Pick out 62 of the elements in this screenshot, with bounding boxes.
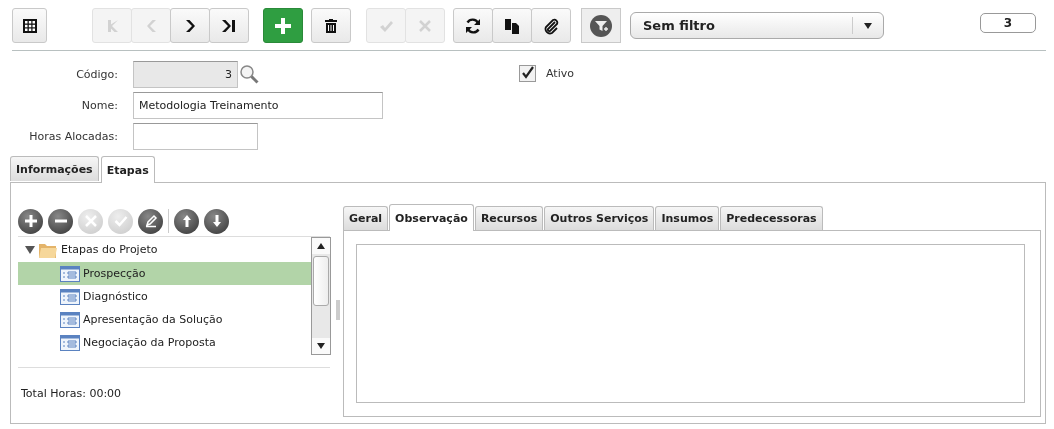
check-icon bbox=[113, 214, 128, 228]
tab[interactable]: Insumos bbox=[655, 206, 720, 230]
refresh-button[interactable] bbox=[453, 8, 493, 43]
list-icon bbox=[60, 288, 80, 305]
tab[interactable]: Predecessoras bbox=[720, 206, 823, 230]
move-up-button[interactable] bbox=[174, 208, 199, 234]
add-button[interactable] bbox=[18, 208, 43, 234]
expand-arrow-icon[interactable] bbox=[25, 244, 35, 255]
pencil-icon bbox=[143, 214, 158, 228]
delete-button[interactable] bbox=[311, 8, 351, 43]
list-icon bbox=[60, 311, 80, 328]
filter-button[interactable] bbox=[581, 8, 621, 43]
search-icon[interactable] bbox=[239, 63, 261, 86]
tree-item[interactable]: Prospecção bbox=[18, 262, 311, 285]
name-field[interactable]: Metodologia Treinamento bbox=[133, 92, 383, 119]
copy-icon bbox=[503, 16, 521, 35]
copy-button[interactable] bbox=[492, 8, 532, 43]
tab[interactable]: Outros Serviços bbox=[544, 206, 655, 230]
move-down-button[interactable] bbox=[204, 208, 229, 234]
tree-item[interactable]: Negociação da Proposta bbox=[18, 331, 311, 354]
tab[interactable]: Etapas bbox=[100, 156, 155, 183]
refresh-icon bbox=[464, 16, 482, 35]
tree-item[interactable]: Apresentação da Solução bbox=[18, 308, 311, 331]
hours-field[interactable] bbox=[133, 123, 258, 150]
field-label: Horas Alocadas: bbox=[28, 130, 118, 143]
code-field[interactable]: 3 bbox=[133, 61, 238, 88]
scroll-up-icon[interactable] bbox=[317, 243, 325, 249]
active-checkbox[interactable] bbox=[519, 64, 536, 82]
tree-item[interactable]: Etapas do Projeto bbox=[61, 243, 158, 256]
dropdown-arrow-icon bbox=[863, 21, 873, 30]
close-icon bbox=[418, 18, 432, 33]
list-icon bbox=[60, 265, 80, 282]
field-label: Nome: bbox=[80, 99, 118, 112]
tab[interactable]: Geral bbox=[343, 206, 389, 230]
last-button[interactable] bbox=[209, 8, 249, 43]
tab[interactable]: Informações bbox=[10, 156, 99, 181]
tree-item[interactable]: Diagnóstico bbox=[18, 285, 311, 308]
last-icon bbox=[221, 17, 237, 34]
total-hours: Total Horas: 00:00 bbox=[20, 387, 123, 400]
grid-icon bbox=[21, 17, 38, 34]
close-icon bbox=[83, 214, 98, 228]
filter-icon bbox=[589, 13, 613, 38]
record-count: 3 bbox=[980, 12, 1036, 33]
tab[interactable]: Observação bbox=[389, 204, 474, 231]
checkbox-label: Ativo bbox=[546, 66, 574, 80]
plus-icon bbox=[23, 214, 38, 228]
scrollbar[interactable] bbox=[311, 237, 331, 355]
tab[interactable]: Recursos bbox=[474, 206, 544, 230]
next-button[interactable] bbox=[170, 8, 210, 43]
scroll-down-icon[interactable] bbox=[317, 343, 325, 349]
remove-button[interactable] bbox=[48, 208, 73, 234]
field-label: Código: bbox=[75, 68, 118, 81]
grid-button[interactable] bbox=[12, 8, 47, 43]
filter-dropdown[interactable]: Sem filtro bbox=[630, 12, 884, 39]
paperclip-icon bbox=[542, 16, 560, 35]
trash-icon bbox=[323, 17, 339, 34]
notes-field[interactable] bbox=[356, 244, 1025, 403]
edit-button[interactable] bbox=[138, 208, 163, 234]
list-icon bbox=[60, 334, 80, 351]
attach-button[interactable] bbox=[531, 8, 571, 43]
plus-icon bbox=[274, 16, 292, 35]
add-button[interactable] bbox=[263, 8, 303, 43]
